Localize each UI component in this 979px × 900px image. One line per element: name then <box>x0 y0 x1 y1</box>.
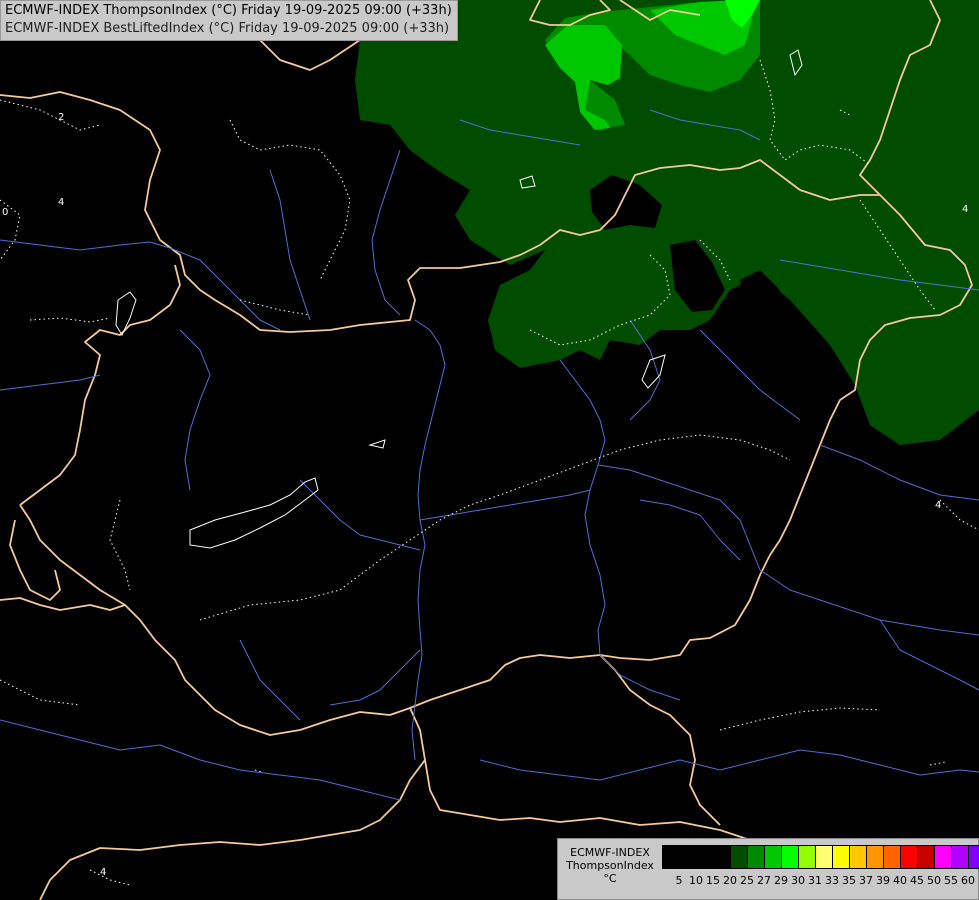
legend-swatch <box>935 846 952 868</box>
map-title: ECMWF-INDEX ThompsonIndex (°C) Friday 19… <box>0 0 458 41</box>
legend-swatch <box>901 846 918 868</box>
legend-tick-label: 55 <box>944 874 958 887</box>
title-line-thompson: ECMWF-INDEX ThompsonIndex (°C) Friday 19… <box>5 3 452 18</box>
contour-label: 4 <box>962 204 968 215</box>
legend-swatch <box>663 846 680 868</box>
legend-tick-label: 27 <box>757 874 771 887</box>
legend-tick-label: 35 <box>842 874 856 887</box>
legend-ticks: 5 10 15 20 25 27 29 30 31 33 35 37 39 40 45 50 55 60 <box>662 874 979 888</box>
legend-tick-label: 30 <box>791 874 805 887</box>
legend-swatch <box>731 846 748 868</box>
title-line-bestlifted: ECMWF-INDEX BestLiftedIndex (°C) Friday … <box>5 21 450 36</box>
legend-swatch <box>816 846 833 868</box>
legend-swatch <box>850 846 867 868</box>
legend-unit: °C <box>603 872 617 885</box>
legend-title-line2: ThompsonIndex <box>566 859 654 872</box>
legend-tick-label: 25 <box>740 874 754 887</box>
contour-label: 4 <box>100 867 106 878</box>
color-legend: ECMWF-INDEX ThompsonIndex °C 5 10 15 20 25 27… <box>557 838 979 900</box>
legend-swatch <box>782 846 799 868</box>
legend-swatch <box>714 846 731 868</box>
contour-label: 2 <box>58 112 64 123</box>
legend-swatch <box>697 846 714 868</box>
contour-label: 4 <box>935 500 941 511</box>
legend-swatch <box>833 846 850 868</box>
legend-tick-label: 45 <box>910 874 924 887</box>
legend-tick-label: 50 <box>927 874 941 887</box>
legend-swatch <box>680 846 697 868</box>
legend-title-line1: ECMWF-INDEX <box>570 846 650 859</box>
legend-tick-label: 40 <box>893 874 907 887</box>
legend-swatch <box>952 846 969 868</box>
contour-label: 0 <box>2 207 8 218</box>
legend-swatch <box>969 846 979 868</box>
legend-tick-label: 37 <box>859 874 873 887</box>
legend-tick-label: 10 <box>689 874 703 887</box>
legend-title: ECMWF-INDEX ThompsonIndex °C <box>564 846 656 885</box>
legend-tick-label: 20 <box>723 874 737 887</box>
legend-swatch <box>765 846 782 868</box>
legend-tick-label: 60 <box>961 874 975 887</box>
legend-swatch <box>748 846 765 868</box>
legend-swatches <box>662 845 979 869</box>
legend-tick-label: 31 <box>808 874 822 887</box>
legend-swatch <box>867 846 884 868</box>
legend-tick-label: 5 <box>675 874 683 887</box>
legend-tick-label: 39 <box>876 874 890 887</box>
legend-swatch <box>884 846 901 868</box>
legend-tick-label: 15 <box>706 874 720 887</box>
legend-swatch <box>799 846 816 868</box>
weather-map: 2 4 0 4 4 4 <box>0 0 979 900</box>
legend-tick-label: 33 <box>825 874 839 887</box>
contour-label: 4 <box>58 197 64 208</box>
legend-swatch <box>918 846 935 868</box>
legend-tick-label: 29 <box>774 874 788 887</box>
